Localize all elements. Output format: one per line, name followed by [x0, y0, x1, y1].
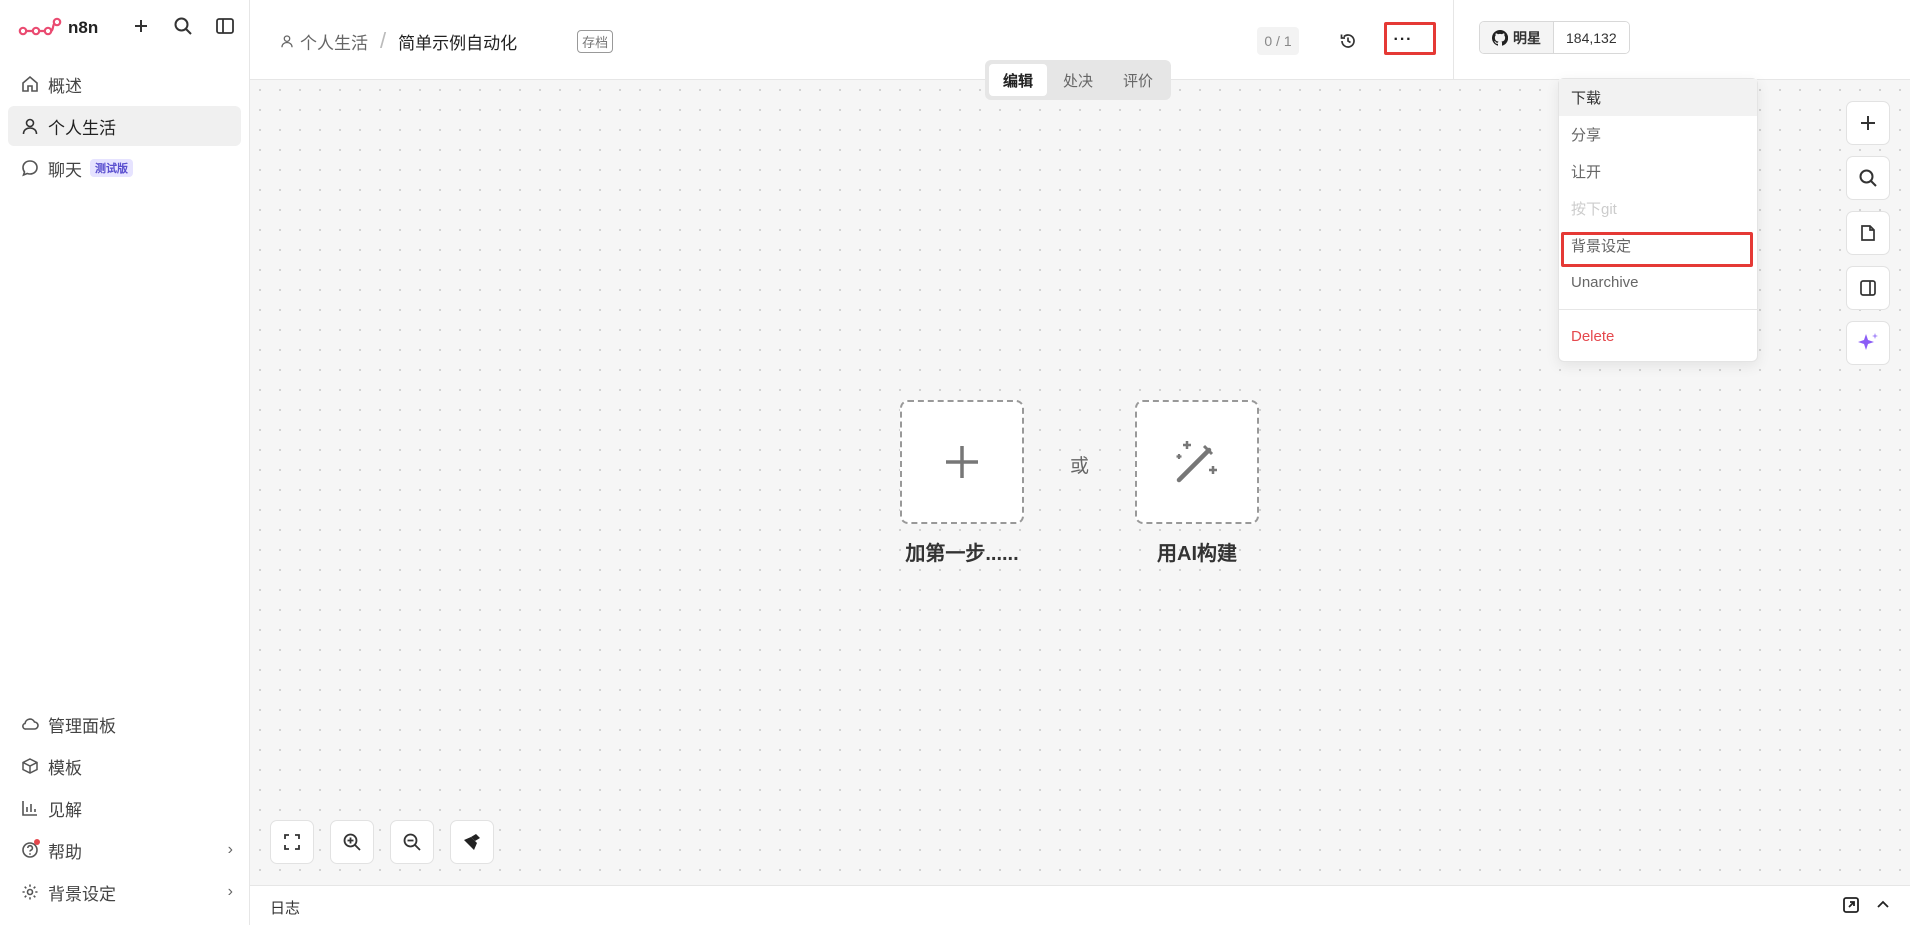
search-icon[interactable]: [171, 14, 195, 38]
zoom-in-icon: [343, 833, 361, 851]
sidebar: n8n 概述 个人生活 聊天 测试版 管理面板 模板 见解 帮助 › 背景设定 …: [0, 0, 250, 925]
breadcrumb-project[interactable]: 个人生活: [300, 29, 368, 54]
menu-item-move[interactable]: 让开: [1559, 153, 1757, 190]
github-star-label: 明星: [1513, 29, 1541, 46]
collapse-sidebar-icon[interactable]: [213, 14, 237, 38]
sidebar-item-insights[interactable]: 见解: [8, 788, 241, 828]
sidebar-item-admin-panel[interactable]: 管理面板: [8, 704, 241, 744]
sidebar-item-label: 帮助: [48, 842, 82, 862]
search-icon: [1859, 169, 1877, 187]
logo-text: n8n: [68, 18, 99, 37]
notification-dot: [34, 839, 40, 845]
ai-assistant-button[interactable]: [1846, 321, 1890, 365]
sidebar-item-settings[interactable]: 背景设定 ›: [8, 872, 241, 912]
breadcrumb: 个人生活 / 简单示例自动化 存档: [280, 28, 614, 54]
add-first-step-label: 加第一步......: [905, 543, 1019, 565]
cloud-icon: [20, 714, 40, 734]
chart-icon: [20, 798, 40, 818]
add-first-step-button[interactable]: [900, 400, 1024, 524]
logo[interactable]: n8n: [18, 14, 98, 42]
menu-item-unarchive[interactable]: Unarchive: [1559, 264, 1757, 301]
main-nav: 概述 个人生活 聊天 测试版: [8, 64, 241, 190]
highlight-box: [1384, 22, 1436, 55]
history-icon[interactable]: [1334, 27, 1362, 55]
zoom-out-button[interactable]: [390, 820, 434, 864]
tab-executions[interactable]: 处决: [1049, 64, 1107, 96]
github-star-button[interactable]: 明星 184,132: [1479, 21, 1630, 54]
tidy-up-button[interactable]: [450, 820, 494, 864]
gear-icon: [20, 882, 40, 902]
plus-icon: [946, 446, 978, 478]
n8n-logo-icon: [18, 17, 62, 36]
chat-icon: [20, 158, 40, 178]
toggle-panel-button[interactable]: [1846, 266, 1890, 310]
box-icon: [20, 756, 40, 776]
sidebar-item-overview[interactable]: 概述: [8, 64, 241, 104]
zoom-out-icon: [403, 833, 421, 851]
sparkle-icon: [1858, 333, 1878, 350]
add-icon[interactable]: [129, 14, 153, 38]
github-icon: [1492, 29, 1508, 46]
bottom-nav: 管理面板 模板 见解 帮助 › 背景设定 ›: [8, 704, 241, 914]
chevron-right-icon: ›: [227, 841, 233, 858]
tab-editor[interactable]: 编辑: [989, 64, 1048, 96]
menu-item-delete[interactable]: Delete: [1559, 318, 1757, 355]
home-icon: [20, 74, 40, 94]
sidebar-item-label: 见解: [48, 800, 82, 820]
user-icon: [280, 34, 294, 48]
note-icon: [1861, 225, 1875, 241]
search-nodes-button[interactable]: [1846, 156, 1890, 200]
sidebar-item-label: 背景设定: [48, 884, 116, 904]
sidebar-item-help[interactable]: 帮助 ›: [8, 830, 241, 870]
active-counter: 0 / 1: [1257, 27, 1299, 55]
zoom-in-button[interactable]: [330, 820, 374, 864]
fullscreen-icon: [284, 834, 300, 850]
archived-tag: 存档: [577, 29, 614, 53]
fit-view-button[interactable]: [270, 820, 314, 864]
menu-divider: [1559, 309, 1757, 310]
build-with-ai-label: 用AI构建: [1157, 543, 1237, 565]
sidebar-item-chat[interactable]: 聊天 测试版: [8, 148, 241, 188]
header-divider: [1453, 0, 1454, 80]
workflow-name[interactable]: 简单示例自动化: [398, 29, 517, 54]
sidebar-item-personal[interactable]: 个人生活: [8, 106, 241, 146]
github-star-count: 184,132: [1554, 22, 1629, 53]
panel-icon: [1860, 280, 1876, 296]
magic-wand-icon: [1176, 441, 1217, 483]
menu-item-share[interactable]: 分享: [1559, 116, 1757, 153]
more-options-menu: 下载 分享 让开 按下git 背景设定 Unarchive Delete: [1558, 78, 1758, 362]
build-with-ai-button[interactable]: [1135, 400, 1259, 524]
github-star[interactable]: 明星: [1480, 22, 1554, 53]
breadcrumb-separator: /: [380, 28, 387, 53]
sidebar-item-label: 个人生活: [48, 118, 116, 138]
sticky-note-button[interactable]: [1846, 211, 1890, 255]
canvas-right-toolbar: [1846, 101, 1890, 365]
user-icon: [20, 116, 40, 136]
beta-badge: 测试版: [90, 159, 133, 177]
sidebar-item-templates[interactable]: 模板: [8, 746, 241, 786]
menu-item-push-git: 按下git: [1571, 201, 1617, 218]
sidebar-item-label: 聊天: [48, 160, 82, 180]
sidebar-item-label: 模板: [48, 758, 82, 778]
broom-icon: [464, 834, 480, 850]
menu-item-download[interactable]: 下载: [1559, 79, 1757, 116]
add-node-button[interactable]: [1846, 101, 1890, 145]
chevron-up-icon[interactable]: [1874, 896, 1892, 914]
tab-evaluations[interactable]: 评价: [1109, 64, 1167, 96]
canvas-bottom-toolbar: [270, 820, 494, 864]
logs-label: 日志: [270, 900, 301, 917]
mode-tabs: 编辑 处决 评价: [985, 60, 1172, 100]
highlight-box: [1561, 232, 1753, 267]
chevron-right-icon: ›: [227, 883, 233, 900]
sidebar-item-label: 概述: [48, 76, 82, 96]
logs-bar[interactable]: 日志: [250, 885, 1910, 925]
plus-icon: [1861, 116, 1875, 130]
or-label: 或: [1070, 456, 1090, 477]
popout-icon[interactable]: [1842, 896, 1860, 914]
sidebar-item-label: 管理面板: [48, 716, 116, 736]
